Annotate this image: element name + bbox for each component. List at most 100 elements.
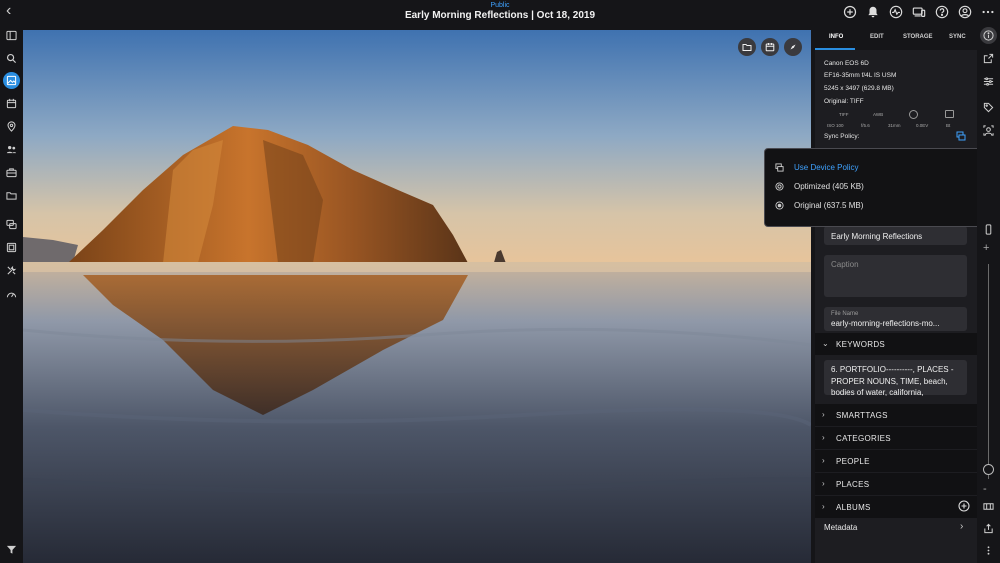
mobile-device-icon[interactable] <box>980 221 997 238</box>
chevron-right-icon: › <box>822 410 825 419</box>
exif-exposure-bias: 0.0EV <box>916 123 929 128</box>
tab-edit[interactable]: EDIT <box>870 34 884 40</box>
people-label: PEOPLE <box>836 457 870 466</box>
calendar-icon[interactable] <box>761 38 779 56</box>
option-optimized[interactable]: Optimized (405 KB) <box>775 182 864 191</box>
photos-icon[interactable] <box>3 72 20 89</box>
adjustments-icon[interactable] <box>980 73 997 90</box>
help-icon[interactable] <box>934 4 950 20</box>
zoom-in-icon[interactable]: + <box>983 242 989 254</box>
albums-section-header[interactable]: › ALBUMS <box>815 496 977 518</box>
photo-viewer[interactable] <box>23 30 811 563</box>
tab-storage[interactable]: STORAGE <box>903 34 933 40</box>
sync-policy-label: Sync Policy: <box>824 133 860 140</box>
folder-icon[interactable] <box>738 38 756 56</box>
caption-placeholder: Caption <box>831 260 859 269</box>
compass-icon[interactable] <box>784 38 802 56</box>
more-icon[interactable] <box>980 4 996 20</box>
zoom-out-icon[interactable]: - <box>983 483 987 495</box>
option-label: Optimized (405 KB) <box>794 182 864 191</box>
info-icon[interactable] <box>980 27 997 44</box>
landscape-photo <box>23 30 811 563</box>
exif-white-balance: AWB <box>873 112 884 117</box>
exif-format: TIFF <box>839 112 849 117</box>
tab-sync[interactable]: SYNC <box>949 34 966 40</box>
chevron-right-icon: › <box>822 456 825 465</box>
search-icon[interactable] <box>3 50 20 67</box>
info-panel: INFO EDIT STORAGE SYNC Canon EOS 6D EF16… <box>815 24 977 563</box>
filmstrip-icon[interactable] <box>980 498 997 515</box>
jobs-briefcase-icon[interactable] <box>3 164 20 181</box>
sidebar-toggle-icon[interactable] <box>3 27 20 44</box>
title-field[interactable]: Early Morning Reflections <box>824 226 967 245</box>
export-share-icon[interactable] <box>980 520 997 537</box>
account-icon[interactable] <box>957 4 973 20</box>
zoom-slider-handle[interactable] <box>983 464 994 475</box>
categories-label: CATEGORIES <box>836 434 891 443</box>
tag-icon[interactable] <box>980 99 997 116</box>
file-name-field[interactable]: File Name early-morning-reflections-mo..… <box>824 307 967 331</box>
more-vertical-icon[interactable] <box>980 542 997 559</box>
exif-iso: ISO 100 <box>827 123 844 128</box>
smarttags-section-header[interactable]: › SMARTTAGS <box>815 404 977 426</box>
activity-icon[interactable] <box>888 4 904 20</box>
metadata-chevron-right-icon[interactable]: › <box>960 521 963 532</box>
original-format: Original: TIFF <box>824 98 864 105</box>
share-external-icon[interactable] <box>980 50 997 67</box>
chevron-right-icon: › <box>822 433 825 442</box>
filter-icon[interactable] <box>3 541 20 558</box>
active-tab-indicator <box>815 48 855 50</box>
plus-circle-icon[interactable] <box>842 4 858 20</box>
panel-tabs: INFO EDIT STORAGE SYNC <box>815 24 977 50</box>
metadata-label[interactable]: Metadata <box>824 523 857 532</box>
chevron-down-icon: ⌄ <box>822 339 829 348</box>
stacks-icon[interactable] <box>3 216 20 233</box>
places-label: PLACES <box>836 480 870 489</box>
sync-policy-dropdown: Use Device Policy ✓ Optimized (405 KB) O… <box>764 148 1000 227</box>
title-value: Early Morning Reflections <box>831 232 923 241</box>
people-section-header[interactable]: › PEOPLE <box>815 450 977 472</box>
top-toolbar <box>842 4 996 20</box>
optimized-icon <box>775 182 784 191</box>
sync-policy-icon[interactable] <box>956 131 966 141</box>
caption-field[interactable]: Caption <box>824 255 967 297</box>
dashboard-gauge-icon[interactable] <box>3 286 20 303</box>
keywords-section-header[interactable]: ⌄ KEYWORDS <box>815 333 977 355</box>
places-section-header[interactable]: › PLACES <box>815 473 977 495</box>
zoom-slider-track[interactable] <box>988 264 989 479</box>
chevron-right-icon: › <box>822 502 825 511</box>
exposure-mode-icon <box>909 110 918 119</box>
exif-focal-length: 31mm <box>888 123 901 128</box>
right-sidebar: + - <box>977 24 1000 563</box>
device-policy-icon <box>775 163 784 172</box>
albums-label: ALBUMS <box>836 503 871 512</box>
location-pin-icon[interactable] <box>3 118 20 135</box>
categories-section-header[interactable]: › CATEGORIES <box>815 427 977 449</box>
option-label: Original (637.5 MB) <box>794 201 864 210</box>
people-icon[interactable] <box>3 141 20 158</box>
option-use-device-policy[interactable]: Use Device Policy <box>775 163 858 172</box>
folder-icon[interactable] <box>3 187 20 204</box>
face-recognition-icon[interactable] <box>980 122 997 139</box>
tab-info[interactable]: INFO <box>829 34 843 40</box>
chevron-right-icon: › <box>822 479 825 488</box>
left-sidebar <box>0 24 23 563</box>
smarttags-label: SMARTTAGS <box>836 411 888 420</box>
albums-icon[interactable] <box>3 239 20 256</box>
keywords-field[interactable]: 6. PORTFOLIO----------, PLACES - PROPER … <box>824 360 967 397</box>
top-bar: ‹ Public Early Morning Reflections | Oct… <box>0 0 1000 24</box>
bell-icon[interactable] <box>865 4 881 20</box>
option-label: Use Device Policy <box>794 163 859 172</box>
flash-icon <box>945 110 954 118</box>
lens-model: EF16-35mm f/4L IS USM <box>824 72 897 79</box>
original-icon <box>775 201 784 210</box>
keywords-label: KEYWORDS <box>836 340 886 349</box>
add-album-plus-icon[interactable] <box>958 500 970 512</box>
option-original[interactable]: Original (637.5 MB) <box>775 201 863 210</box>
keywords-value: 6. PORTFOLIO----------, PLACES - PROPER … <box>831 365 954 397</box>
exif-aperture: f/5.6 <box>861 123 870 128</box>
tools-icon[interactable] <box>3 262 20 279</box>
calendar-icon[interactable] <box>3 95 20 112</box>
devices-icon[interactable] <box>911 4 927 20</box>
file-name-value: early-morning-reflections-mo... <box>831 319 940 328</box>
